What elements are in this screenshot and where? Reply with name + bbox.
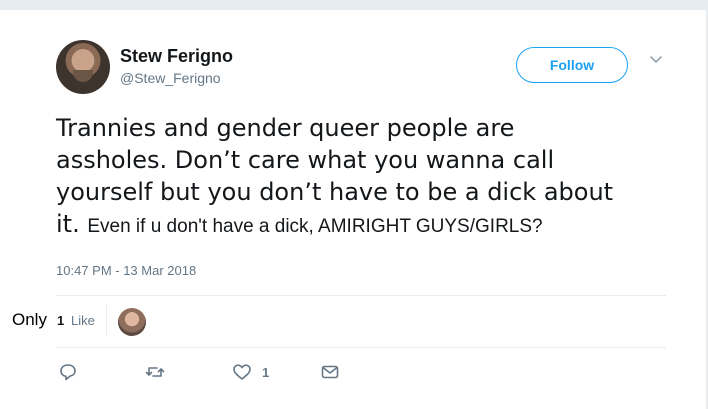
likes-count[interactable]: 1 xyxy=(57,313,64,328)
screen-name[interactable]: @Stew_Ferigno xyxy=(120,70,221,86)
follow-button[interactable]: Follow xyxy=(516,47,628,83)
tweet-text: Trannies and gender queer people are ass… xyxy=(56,112,696,243)
retweet-icon[interactable] xyxy=(145,362,165,382)
heart-icon[interactable] xyxy=(232,362,252,382)
tweet-timestamp[interactable]: 10:47 PM - 13 Mar 2018 xyxy=(56,263,196,278)
avatar-beard xyxy=(73,70,93,82)
chevron-down-icon[interactable] xyxy=(648,52,664,68)
tweet-text-line: assholes. Don’t care what you wanna call xyxy=(56,146,555,174)
display-name[interactable]: Stew Ferigno xyxy=(120,46,233,67)
tweet-text-last-prefix: it. xyxy=(56,210,88,238)
divider xyxy=(56,295,666,296)
tweet-text-line: yourself but you don’t have to be a dick… xyxy=(56,178,614,206)
envelope-icon[interactable] xyxy=(320,362,340,382)
tweet-text-line: it. Even if u don't have a dick, AMIRIGH… xyxy=(56,208,696,243)
tweet-text-added: Even if u don't have a dick, AMIRIGHT GU… xyxy=(87,216,543,237)
stats-separator xyxy=(106,305,107,335)
reply-icon[interactable] xyxy=(58,362,78,382)
page-background-top xyxy=(0,0,708,10)
liker-avatar[interactable] xyxy=(118,308,146,336)
tweet-text-line: Trannies and gender queer people are xyxy=(56,114,515,142)
user-avatar[interactable] xyxy=(56,40,110,94)
likes-label[interactable]: Like xyxy=(71,313,95,328)
like-action-count[interactable]: 1 xyxy=(262,365,269,380)
divider xyxy=(56,347,666,348)
stats-prefix-label: Only xyxy=(12,310,47,329)
